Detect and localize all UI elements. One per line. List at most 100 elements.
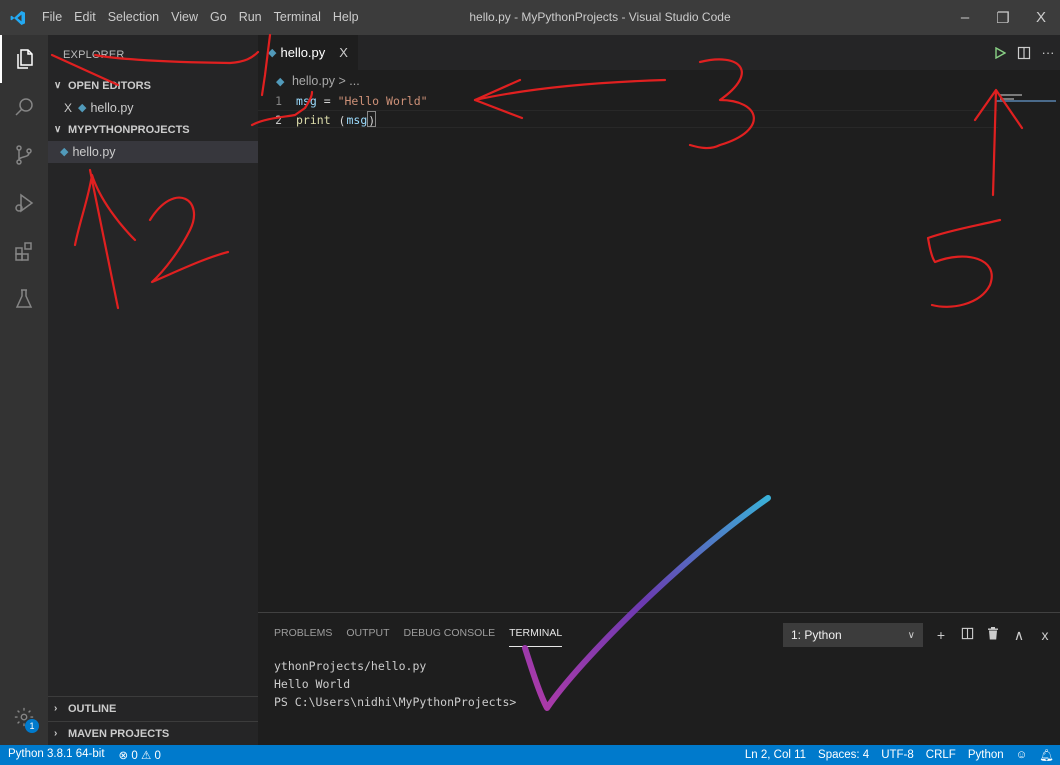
update-badge: 1 [25,719,39,733]
feedback-icon[interactable]: ☺ [1016,749,1028,761]
outline-label: OUTLINE [68,703,117,715]
line-number: 2 [275,113,282,127]
split-terminal-icon[interactable] [954,627,980,643]
code-editor[interactable]: 1 msg = "Hello World" 2 print ( msg ) [258,92,998,612]
manage-gear-icon[interactable]: 1 [0,697,48,737]
minimap-line [1000,98,1014,100]
status-left: Python 3.8.1 64-bit ⊗ 0 ⚠ 0 [0,748,175,762]
breadcrumb-file[interactable]: hello.py [292,74,335,88]
close-icon[interactable]: X [64,97,78,119]
more-actions-icon[interactable]: ··· [1036,45,1060,60]
close-panel-icon[interactable]: x [1032,627,1058,643]
run-python-file-icon[interactable] [988,46,1012,59]
chevron-down-icon: ∨ [907,629,915,641]
project-folder-header[interactable]: ∨ MYPYTHONPROJECTS [48,119,258,141]
new-terminal-icon[interactable]: + [928,627,954,643]
editor-tab-bar: ◆ hello.py X ··· [258,35,1060,70]
open-editors-label: OPEN EDITORS [68,80,151,92]
editor-actions: ··· [988,35,1060,70]
code-token: msg [296,94,317,108]
terminal-output[interactable]: ythonProjects/hello.py Hello World PS C:… [274,657,516,711]
file-tree-filename: hello.py [72,145,116,159]
terminal-prompt: PS C:\Users\nidhi\MyPythonProjects> [274,695,517,709]
encoding[interactable]: UTF-8 [881,749,914,761]
menu-edit[interactable]: Edit [68,0,102,35]
tab-hello-py[interactable]: ◆ hello.py X [258,35,358,70]
code-line-current: 2 print ( msg ) [258,110,998,128]
maximize-button[interactable]: ❐ [984,0,1022,35]
run-debug-icon[interactable] [0,179,48,227]
tab-problems[interactable]: PROBLEMS [274,613,332,651]
menu-go[interactable]: Go [204,0,233,35]
chevron-down-icon: ∨ [54,124,62,135]
terminal-select-value: 1: Python [791,628,842,642]
code-token: ( [331,114,346,128]
python-file-icon: ◆ [60,146,69,158]
code-token: msg [346,113,368,127]
tab-close-icon[interactable]: X [339,45,348,60]
sidebar-bottom-sections: › OUTLINE › MAVEN PROJECTS [48,696,258,745]
minimize-button[interactable]: – [946,0,984,35]
terminal-select[interactable]: 1: Python ∨ [783,623,923,647]
explorer-icon[interactable] [0,35,48,83]
menu-selection[interactable]: Selection [102,0,165,35]
breadcrumb: ◆ hello.py > ... [258,70,1060,92]
split-editor-icon[interactable] [1012,46,1036,60]
python-file-icon: ◆ [276,76,285,88]
notifications-bell-icon[interactable]: 🔔︎ [1039,748,1054,762]
code-token: "Hello World" [337,94,428,108]
line-endings[interactable]: CRLF [926,749,956,761]
line-number: 1 [275,94,282,108]
open-editor-item[interactable]: X ◆ hello.py [48,97,258,119]
extensions-icon[interactable] [0,227,48,275]
tab-output[interactable]: OUTPUT [346,613,389,651]
python-interpreter[interactable]: Python 3.8.1 64-bit [8,748,105,762]
menu-help[interactable]: Help [327,0,365,35]
code-token: print [296,113,331,127]
code-line: 1 msg = "Hello World" [258,92,998,110]
tab-terminal[interactable]: TERMINAL [509,617,563,647]
python-file-icon: ◆ [268,47,277,59]
chevron-right-icon: › [54,727,58,739]
menu-view[interactable]: View [165,0,204,35]
tab-label: hello.py [280,45,326,60]
tab-debug-console[interactable]: DEBUG CONSOLE [404,613,496,651]
menu-terminal[interactable]: Terminal [268,0,327,35]
menu-run[interactable]: Run [233,0,268,35]
explorer-sidebar: EXPLORER ∨ OPEN EDITORS X ◆ hello.py ∨ M… [48,35,258,745]
minimap-slider[interactable] [996,100,1056,102]
trash-icon[interactable] [980,627,1006,643]
status-right: Ln 2, Col 11 Spaces: 4 UTF-8 CRLF Python… [733,745,1054,765]
panel-tab-bar: PROBLEMS OUTPUT DEBUG CONSOLE TERMINAL [274,613,576,651]
breadcrumb-rest[interactable]: > ... [339,74,360,88]
menu-file[interactable]: File [36,0,68,35]
panel-actions: + ∧ x [928,623,1058,647]
vscode-logo-icon [0,0,36,35]
maximize-panel-icon[interactable]: ∧ [1006,627,1032,644]
file-tree-item[interactable]: ◆ hello.py [48,141,258,163]
open-editors-header[interactable]: ∨ OPEN EDITORS [48,75,258,97]
project-folder-label: MYPYTHONPROJECTS [68,124,190,136]
chevron-right-icon: › [54,703,58,714]
close-window-button[interactable]: X [1022,0,1060,35]
testing-flask-icon[interactable] [0,275,48,323]
python-file-icon: ◆ [78,102,87,114]
chevron-down-icon: ∨ [54,80,62,91]
activity-bar: 1 [0,35,48,745]
outline-header[interactable]: › OUTLINE [48,697,258,721]
language-mode[interactable]: Python [968,749,1004,761]
terminal-line: Hello World [274,677,351,691]
search-icon[interactable] [0,83,48,131]
terminal-line: ythonProjects/hello.py [274,659,427,673]
bottom-panel: PROBLEMS OUTPUT DEBUG CONSOLE TERMINAL 1… [258,612,1060,745]
window-controls: – ❐ X [946,0,1060,35]
minimap[interactable] [996,92,1056,612]
maven-projects-header[interactable]: › MAVEN PROJECTS [48,721,258,745]
indentation[interactable]: Spaces: 4 [818,749,869,761]
matching-bracket: ) [367,111,377,128]
title-bar: File Edit Selection View Go Run Terminal… [0,0,1060,35]
cursor-position[interactable]: Ln 2, Col 11 [745,749,806,761]
source-control-icon[interactable] [0,131,48,179]
code-token: = [316,94,338,108]
problems-count[interactable]: ⊗ 0 ⚠ 0 [119,748,161,762]
